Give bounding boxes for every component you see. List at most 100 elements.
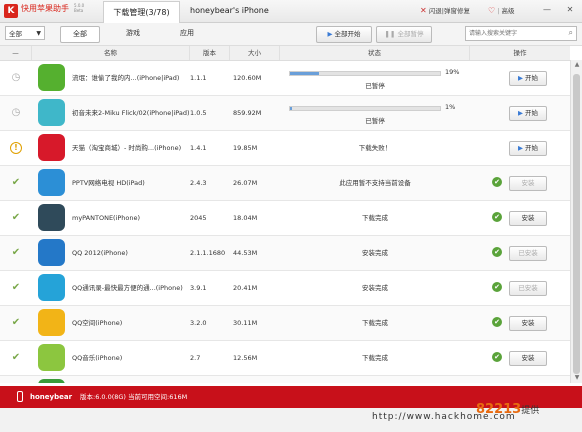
check-icon: ✔ [11,317,21,328]
header-size[interactable]: 大小 [230,46,280,60]
table-row[interactable]: ✔ QQ空间(iPhone) 3.2.0 30.11M 下载完成 ✔ 安装 [0,306,570,341]
tab-download-manager[interactable]: 下载管理(3/78) [103,1,180,23]
download-status: 19% 已暂停 [285,61,465,95]
install-check-icon: ✔ [492,282,502,292]
progress-bar [289,71,441,76]
app-name: QQ 2012(iPhone) [72,248,128,257]
app-size: 44.53M [233,249,258,257]
installed-button[interactable]: 已安装 [509,246,547,261]
install-check-icon: ✔ [492,177,502,187]
table-row[interactable]: ◷ 流氓：谁偷了我的内...(iPhone|iPad) 1.1.1 120.60M 19… [0,61,570,96]
premium-button[interactable]: ♡ | 高级 [488,4,515,18]
app-icon [38,239,65,266]
app-name: 快用苹果助手 [21,4,69,13]
filter-all[interactable]: 全部 [60,26,100,43]
start-button[interactable]: ▶ 开始 [509,141,547,156]
table-row[interactable]: ✔ QQ音乐(iPhone) 2.7 12.56M 下载完成 ✔ 安装 [0,341,570,376]
app-name: 初音未来2-Miku Flick/02(iPhone|iPad) [72,108,190,117]
search-icon[interactable]: ⌕ [569,28,573,38]
check-icon: ✔ [11,282,21,293]
check-icon: ✔ [11,177,21,188]
table-row[interactable]: ◷ 初音未来2-Miku Flick/02(iPhone|iPad) 1.0.5 85… [0,96,570,131]
start-button[interactable]: ▶ 开始 [509,106,547,121]
download-status: 下载失败！ [285,131,465,165]
toolbar: 全部 ▼ 全部 游戏 应用 ▶ 全部开始 ❚❚ 全部暂停 ⌕ [0,23,582,46]
app-name: QQ空间(iPhone) [72,318,123,327]
table-row[interactable]: ✔ [0,376,570,383]
header-action: 操作 [513,49,527,57]
header-select: — [0,46,32,60]
phone-icon [17,391,23,402]
pause-all-button[interactable]: ❚❚ 全部暂停 [376,26,432,43]
app-size: 18.04M [233,214,258,222]
table-row[interactable]: ! 天猫（淘宝商城）- 时尚购...(iPhone) 1.4.1 19.85M 下载失败… [0,131,570,166]
status-text: 此应用暂不支持当前设备 [339,179,411,187]
table-row[interactable]: ✔ myPANTONE(iPhone) 2045 18.04M 下载完成 ✔ 安装 [0,201,570,236]
app-name [72,376,190,383]
warning-icon: ! [10,142,22,154]
check-icon: ✔ [11,212,21,223]
progress-bar [289,106,441,111]
app-name: myPANTONE(iPhone) [72,213,141,222]
install-button[interactable]: 安装 [509,176,547,191]
app-version: 1.4.1 [190,144,207,152]
title-bar: K 快用苹果助手 5.0.0 Beta 下载管理(3/78) honeybear… [0,0,582,23]
header-status[interactable]: 状态 [280,46,470,60]
play-icon: ▶ [517,74,526,82]
device-info: 版本:6.0.0(8G) 当前可用空间:616M [80,393,188,401]
close-icon[interactable]: ✕ [563,3,577,17]
installed-button[interactable]: 已安装 [509,281,547,296]
app-version: 2.7 [190,354,201,362]
app-name: PPTV网络电视 HD(iPad) [72,178,145,187]
app-icon [38,204,65,231]
app-logo: K [4,4,18,18]
install-button[interactable]: 安装 [509,211,547,226]
filter-apps[interactable]: 应用 [168,26,206,41]
app-icon [38,169,65,196]
status-text: 下载完成 [362,319,388,327]
scrollbar[interactable]: ▲ ▼ [570,60,582,383]
header-version[interactable]: 版本 [190,46,230,60]
install-button[interactable]: 安装 [509,316,547,331]
tools-icon: ✕ [420,6,427,15]
header-name[interactable]: 名称 [32,46,190,60]
app-version: 3.9.1 [190,284,207,292]
download-list: ◷ 流氓：谁偷了我的内...(iPhone|iPad) 1.1.1 120.60M 19… [0,61,570,383]
app-size: 859.92M [233,109,262,117]
app-icon [38,309,65,336]
scrollbar-thumb[interactable] [573,74,580,374]
category-select[interactable]: 全部 ▼ [5,26,45,40]
clock-icon: ◷ [11,107,21,118]
minimize-icon[interactable]: — [540,3,554,17]
install-check-icon: ✔ [492,247,502,257]
app-size: 30.11M [233,319,258,327]
app-version: 1.1.1 [190,74,207,82]
install-button[interactable]: 安装 [509,351,547,366]
search-box: ⌕ [465,26,577,41]
install-check-icon: ✔ [492,352,502,362]
table-row[interactable]: ✔ QQ 2012(iPhone) 2.1.1.1680 44.53M 安装完成 ✔ 已安装 [0,236,570,271]
search-input[interactable] [466,27,567,40]
check-icon: ✔ [11,247,21,258]
start-button[interactable]: ▶ 开始 [509,71,547,86]
scroll-down-icon[interactable]: ▼ [571,373,582,383]
check-icon: ✔ [11,352,21,363]
app-icon [38,379,65,383]
app-version: 3.2.0 [190,319,207,327]
progress-fill [290,107,292,110]
table-row[interactable]: ✔ QQ通讯录-最快最方便的通...(iPhone) 3.9.1 20.41M 安装完成… [0,271,570,306]
status-text: 已暂停 [365,82,385,90]
app-size: 120.60M [233,74,262,82]
start-all-button[interactable]: ▶ 全部开始 [316,26,372,43]
flash-fix-button[interactable]: ✕ 闪退|弹窗修复 [420,4,470,18]
filter-games[interactable]: 游戏 [114,26,152,41]
scroll-up-icon[interactable]: ▲ [571,60,582,70]
status-text: 安装完成 [362,249,388,257]
status-text: 已暂停 [365,117,385,125]
device-title: honeybear's iPhone [190,6,269,15]
play-icon: ▶ [517,109,526,117]
clock-icon: ◷ [11,72,21,83]
progress-percent: 19% [445,68,460,76]
download-status: 下载完成 [285,201,465,235]
table-row[interactable]: ✔ PPTV网络电视 HD(iPad) 2.4.3 26.07M 此应用暂不支持当前设备… [0,166,570,201]
